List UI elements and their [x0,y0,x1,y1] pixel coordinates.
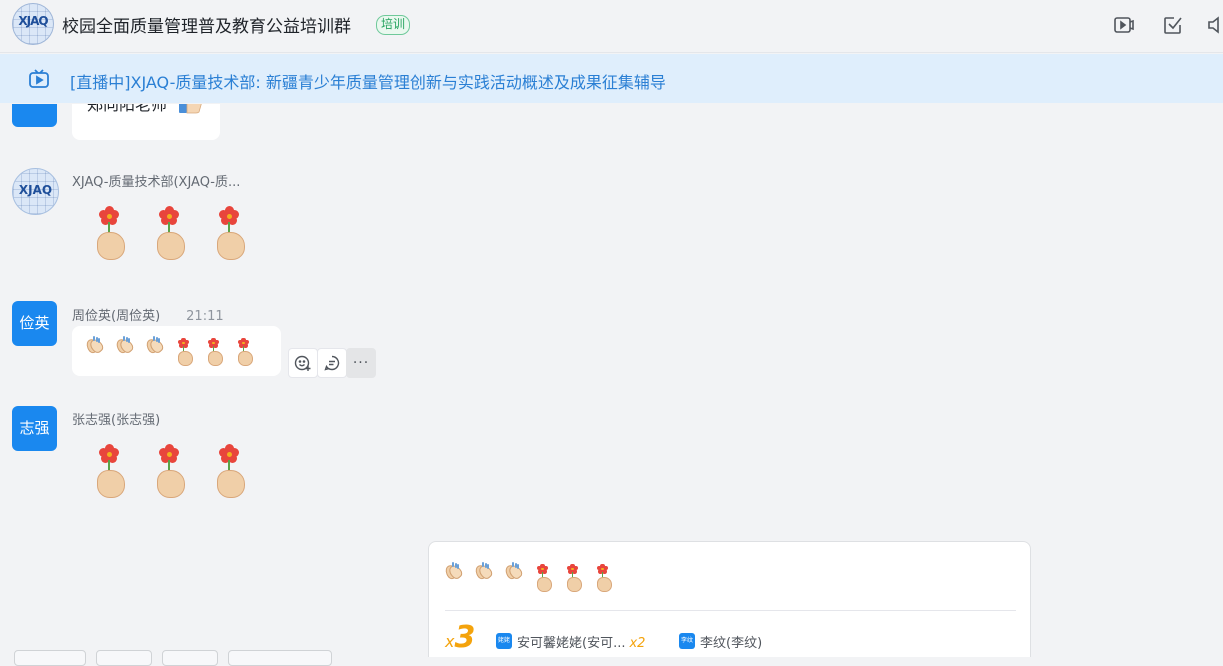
sender-name[interactable]: 张志强(张志强) [72,409,160,428]
responder-avatar[interactable]: 李纹 [679,633,695,649]
toolbar-tab[interactable] [228,650,332,666]
group-title[interactable]: 校园全面质量管理普及教育公益培训群 [62,12,351,37]
timestamp: 21:11 [186,309,224,324]
flower-hand-icon [214,202,245,262]
message-text: 郑向阳老师 [87,104,168,114]
reply-button[interactable] [317,348,347,378]
more-icon: ··· [352,355,370,371]
flower-hand-icon [595,562,612,592]
live-tv-icon [28,68,50,90]
speaker-icon[interactable] [1205,13,1223,37]
emoji-message[interactable] [94,440,245,500]
group-tag: 培训 [376,15,411,35]
reaction-card[interactable]: x3 姥姥 安可馨姥姥(安可... x2 李纹 李纹(李纹) [428,541,1031,657]
message-bubble[interactable] [72,326,281,376]
clapping-hands-icon [473,562,494,581]
flower-hand-icon [565,562,582,592]
clapping-hands-icon [443,562,464,581]
live-title[interactable]: [直播中]XJAQ-质量技术部: 新疆青少年质量管理创新与实践活动概述及成果征集… [70,69,666,93]
clapping-hands-icon [503,562,524,581]
avatar[interactable] [12,104,57,127]
live-banner[interactable]: [直播中]XJAQ-质量技术部: 新疆青少年质量管理创新与实践活动概述及成果征集… [0,54,1223,103]
divider [445,610,1016,611]
flower-hand-icon [535,562,552,592]
flower-hand-icon [154,440,185,500]
group-logo-text: XJAQ [18,14,48,28]
avatar-text: XJAQ [18,183,53,197]
reply-icon [324,355,340,371]
clapping-hands-icon [144,336,165,355]
message-list[interactable]: 郑向阳老师 XJAQ XJAQ-质量技术部(XJAQ-质... 俭英 周俭英(周… [0,104,1223,657]
flower-hand-icon [94,440,125,500]
emoji-message[interactable] [94,202,245,262]
avatar[interactable]: 俭英 [12,301,57,346]
thumbs-up-icon [177,104,202,114]
flower-hand-icon [94,202,125,262]
toolbar-tab[interactable] [162,650,218,666]
add-reaction-icon [294,355,311,371]
flower-hand-icon [176,336,193,366]
emoji-message [443,562,612,592]
video-icon[interactable] [1112,13,1136,37]
toolbar-tab[interactable] [14,650,86,666]
flower-hand-icon [206,336,223,366]
flower-hand-icon [214,440,245,500]
group-avatar[interactable]: XJAQ [12,3,54,45]
flower-hand-icon [236,336,253,366]
clapping-hands-icon [114,336,135,355]
emoji-message [84,336,253,366]
message-bubble[interactable]: 郑向阳老师 [72,104,220,140]
flower-hand-icon [154,202,185,262]
avatar[interactable]: XJAQ [12,168,59,215]
more-button[interactable]: ··· [346,348,376,378]
clapping-hands-icon [84,336,105,355]
checkbox-icon[interactable] [1161,13,1185,37]
avatar[interactable]: 志强 [12,406,57,451]
toolbar-tab[interactable] [96,650,152,666]
sender-name[interactable]: XJAQ-质量技术部(XJAQ-质... [72,171,240,190]
add-reaction-button[interactable] [288,348,318,378]
chat-header: XJAQ 校园全面质量管理普及教育公益培训群 培训 [0,0,1223,53]
message-meta: 周俭英(周俭英) 21:11 [72,305,224,324]
toolbar-partial [0,648,1223,666]
responder-avatar[interactable]: 姥姥 [496,633,512,649]
sender-name[interactable]: 周俭英(周俭英) [72,309,160,324]
